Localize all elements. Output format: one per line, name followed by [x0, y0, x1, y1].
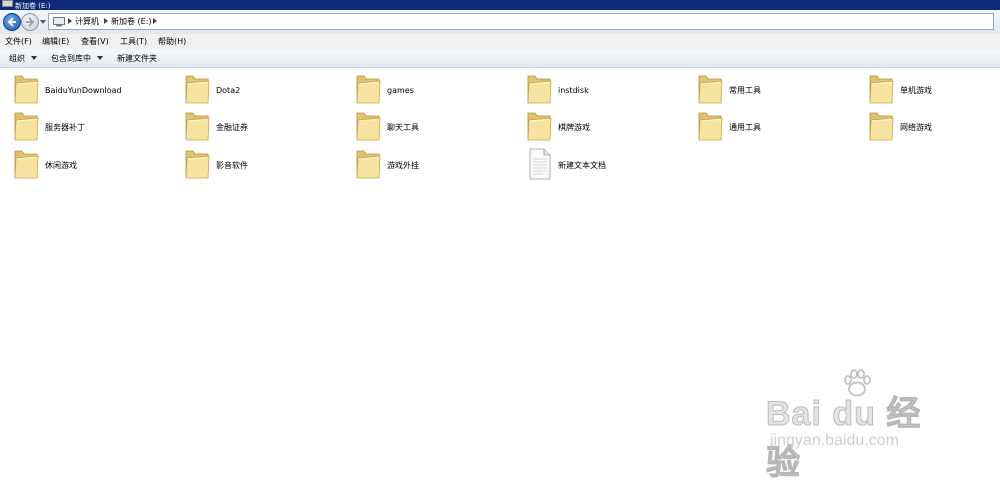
- folder-item[interactable]: 影音软件: [184, 147, 344, 183]
- computer-icon: [53, 17, 65, 27]
- folder-item[interactable]: 通用工具: [697, 109, 857, 145]
- file-name: games: [387, 86, 414, 95]
- breadcrumb-computer[interactable]: 计算机: [75, 16, 99, 27]
- dropdown-arrow-icon: [31, 56, 37, 60]
- folder-icon: [185, 112, 210, 141]
- window-title: 新加卷 (E:): [15, 2, 51, 10]
- drive-icon: [2, 0, 13, 7]
- file-name: 棋牌游戏: [558, 123, 590, 132]
- folder-icon: [14, 150, 39, 179]
- folder-item[interactable]: 服务器补丁: [13, 109, 173, 145]
- folder-item[interactable]: 休闲游戏: [13, 147, 173, 183]
- file-name: 金融证券: [216, 123, 248, 132]
- folder-icon: [527, 75, 552, 104]
- menu-file[interactable]: 文件(F): [5, 36, 32, 47]
- text-file-item[interactable]: 新建文本文档: [526, 147, 686, 183]
- folder-item[interactable]: 单机游戏: [868, 72, 993, 108]
- folder-icon: [869, 112, 894, 141]
- file-name: 常用工具: [729, 86, 761, 95]
- menu-tools[interactable]: 工具(T): [120, 36, 147, 47]
- breadcrumb-drive[interactable]: 新加卷 (E:): [111, 16, 152, 27]
- command-bar: 组织 包含到库中 新建文件夹: [0, 49, 1000, 68]
- folder-item[interactable]: 金融证券: [184, 109, 344, 145]
- file-name: 服务器补丁: [45, 123, 85, 132]
- folder-item[interactable]: games: [355, 72, 515, 108]
- address-toolbar: 计算机 新加卷 (E:): [0, 10, 1000, 35]
- organize-button[interactable]: 组织: [9, 53, 37, 64]
- organize-label: 组织: [9, 54, 25, 63]
- recent-pages-dropdown-icon[interactable]: [40, 19, 46, 25]
- folder-icon: [698, 112, 723, 141]
- file-name: 聊天工具: [387, 123, 419, 132]
- file-name: instdisk: [558, 86, 589, 95]
- menu-edit[interactable]: 编辑(E): [42, 36, 69, 47]
- text-document-icon: [529, 148, 551, 180]
- folder-icon: [14, 75, 39, 104]
- breadcrumb-chevron-icon[interactable]: [67, 18, 73, 24]
- breadcrumb-chevron-icon[interactable]: [103, 18, 109, 24]
- forward-button[interactable]: [21, 13, 39, 31]
- folder-icon: [527, 112, 552, 141]
- file-name: 游戏外挂: [387, 161, 419, 170]
- file-name: BaiduYunDownload: [45, 86, 122, 95]
- folder-icon: [185, 75, 210, 104]
- file-name: 通用工具: [729, 123, 761, 132]
- file-name: 单机游戏: [900, 86, 932, 95]
- folder-icon: [356, 112, 381, 141]
- include-in-library-button[interactable]: 包含到库中: [51, 53, 103, 64]
- new-folder-label: 新建文件夹: [117, 54, 157, 63]
- folder-icon: [698, 75, 723, 104]
- file-name: Dota2: [216, 86, 241, 95]
- folder-icon: [356, 150, 381, 179]
- folder-icon: [869, 75, 894, 104]
- include-in-library-label: 包含到库中: [51, 54, 91, 63]
- folder-item[interactable]: 网络游戏: [868, 109, 993, 145]
- folder-item[interactable]: 游戏外挂: [355, 147, 515, 183]
- folder-icon: [14, 112, 39, 141]
- menu-view[interactable]: 查看(V): [81, 36, 109, 47]
- dropdown-arrow-icon: [97, 56, 103, 60]
- file-name: 影音软件: [216, 161, 248, 170]
- back-button[interactable]: [3, 13, 21, 31]
- menu-help[interactable]: 帮助(H): [158, 36, 186, 47]
- folder-item[interactable]: instdisk: [526, 72, 686, 108]
- breadcrumb-chevron-icon[interactable]: [152, 18, 158, 24]
- file-list: BaiduYunDownload Dota2 games instdisk 常用…: [0, 68, 1000, 475]
- folder-item[interactable]: Dota2: [184, 72, 344, 108]
- folder-icon: [185, 150, 210, 179]
- breadcrumb[interactable]: 计算机 新加卷 (E:): [48, 13, 994, 30]
- file-name: 新建文本文档: [558, 161, 606, 170]
- new-folder-button[interactable]: 新建文件夹: [117, 53, 157, 64]
- file-name: 休闲游戏: [45, 161, 77, 170]
- file-name: 网络游戏: [900, 123, 932, 132]
- folder-item[interactable]: 聊天工具: [355, 109, 515, 145]
- menu-bar: 文件(F) 编辑(E) 查看(V) 工具(T) 帮助(H): [0, 34, 1000, 49]
- folder-item[interactable]: 棋牌游戏: [526, 109, 686, 145]
- folder-item[interactable]: BaiduYunDownload: [13, 72, 173, 108]
- forward-arrow-icon: [26, 17, 35, 27]
- folder-item[interactable]: 常用工具: [697, 72, 857, 108]
- back-arrow-icon: [7, 17, 16, 27]
- folder-icon: [356, 75, 381, 104]
- title-bar: 新加卷 (E:): [0, 0, 1000, 10]
